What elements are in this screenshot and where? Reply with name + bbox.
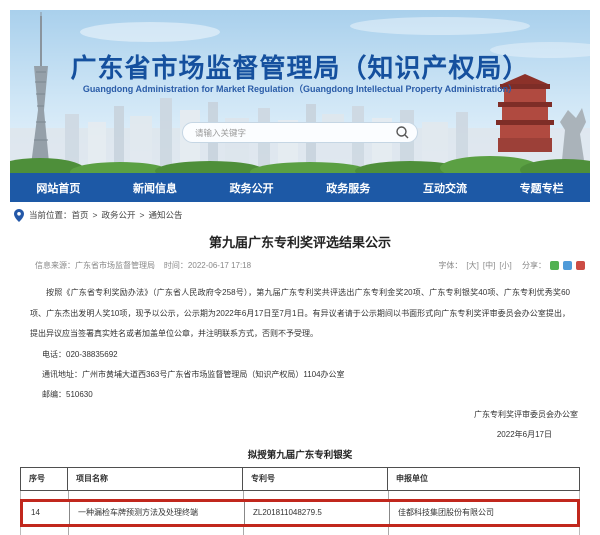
header-banner: 广东省市场监督管理局（知识产权局） Guangdong Administrati… [10,10,590,173]
font-size-medium[interactable]: [中] [483,260,495,271]
weibo-share-icon[interactable] [576,261,585,270]
table-row: 14 一种漏检车牌预测方法及处理终端 ZL201811048279.5 佳都科技… [23,502,577,524]
publish-time: 时间：2022-06-17 17:18 [164,261,251,270]
location-pin-icon [14,209,24,222]
table-header-row: 序号 项目名称 专利号 申报单位 [20,467,580,491]
breadcrumb-label: 当前位置： [29,209,72,221]
nav-item-news[interactable]: 新闻信息 [133,180,177,196]
contact-phone: 电话：020-38835692 [30,345,570,365]
signature-date: 2022年6月17日 [0,425,600,445]
article-body: 按照《广东省专利奖励办法》（广东省人民政府令258号），第九届广东专利奖共评选出… [30,283,570,345]
breadcrumb-notices[interactable]: 通知公告 [148,209,182,221]
article-title: 第九届广东专利奖评选结果公示 [0,234,600,252]
article-meta: 信息来源：广东省市场监督管理局 时间：2022-06-17 17:18 字体： … [0,260,600,271]
wechat-share-icon[interactable] [550,261,559,270]
award-table: 序号 项目名称 专利号 申报单位 14 一种漏检车牌预测方法及处理终端 ZL20… [20,467,580,535]
nav-item-home[interactable]: 网站首页 [36,180,80,196]
col-header-project: 项目名称 [68,468,243,490]
nav-item-interaction[interactable]: 互动交流 [423,180,467,196]
signature-office: 广东专利奖评审委员会办公室 [0,405,600,425]
font-size-large[interactable]: [大] [466,260,478,271]
contact-address: 通讯地址：广州市黄埔大道西363号广东省市场监督管理局（知识产权局）1104办公… [30,365,570,385]
site-subtitle: Guangdong Administration for Market Regu… [10,82,590,95]
contact-postcode: 邮编：510630 [30,385,570,405]
breadcrumb-home[interactable]: 首页 [72,209,89,221]
table-cut-stub [20,527,580,535]
font-size-label: 字体： [438,260,462,271]
info-source: 信息来源：广东省市场监督管理局 [35,261,155,270]
col-header-applicant: 申报单位 [388,468,579,490]
col-header-patent-no: 专利号 [243,468,388,490]
breadcrumb: 当前位置： 首页 > 政务公开 > 通知公告 [14,207,183,223]
qzone-share-icon[interactable] [563,261,572,270]
page: 广东省市场监督管理局（知识产权局） Guangdong Administrati… [0,0,600,535]
nav-item-topics[interactable]: 专题专栏 [520,180,564,196]
col-header-index: 序号 [21,468,68,490]
highlight-box: 14 一种漏检车牌预测方法及处理终端 ZL201811048279.5 佳都科技… [20,499,580,527]
nav-item-gov-services[interactable]: 政务服务 [326,180,370,196]
cell-patent-no: ZL201811048279.5 [245,502,390,524]
cell-applicant: 佳都科技集团股份有限公司 [390,502,577,524]
breadcrumb-separator: > [140,210,145,220]
cell-project: 一种漏检车牌预测方法及处理终端 [70,502,245,524]
main-nav: 网站首页 新闻信息 政务公开 政务服务 互动交流 专题专栏 [10,173,590,202]
breadcrumb-gov-open[interactable]: 政务公开 [102,209,136,221]
share-label: 分享： [522,260,546,271]
breadcrumb-separator: > [93,210,98,220]
article: 第九届广东专利奖评选结果公示 信息来源：广东省市场监督管理局 时间：2022-0… [0,228,600,535]
site-title: 广东省市场监督管理局（知识产权局） [10,48,590,85]
cell-index: 14 [23,502,70,524]
table-caption: 拟授第九届广东专利银奖 [0,448,600,464]
nav-item-gov-open[interactable]: 政务公开 [230,180,274,196]
table-cut-gap [20,491,580,499]
font-size-small[interactable]: [小] [499,260,511,271]
search-icon[interactable] [395,125,410,140]
search-input[interactable] [182,122,418,143]
